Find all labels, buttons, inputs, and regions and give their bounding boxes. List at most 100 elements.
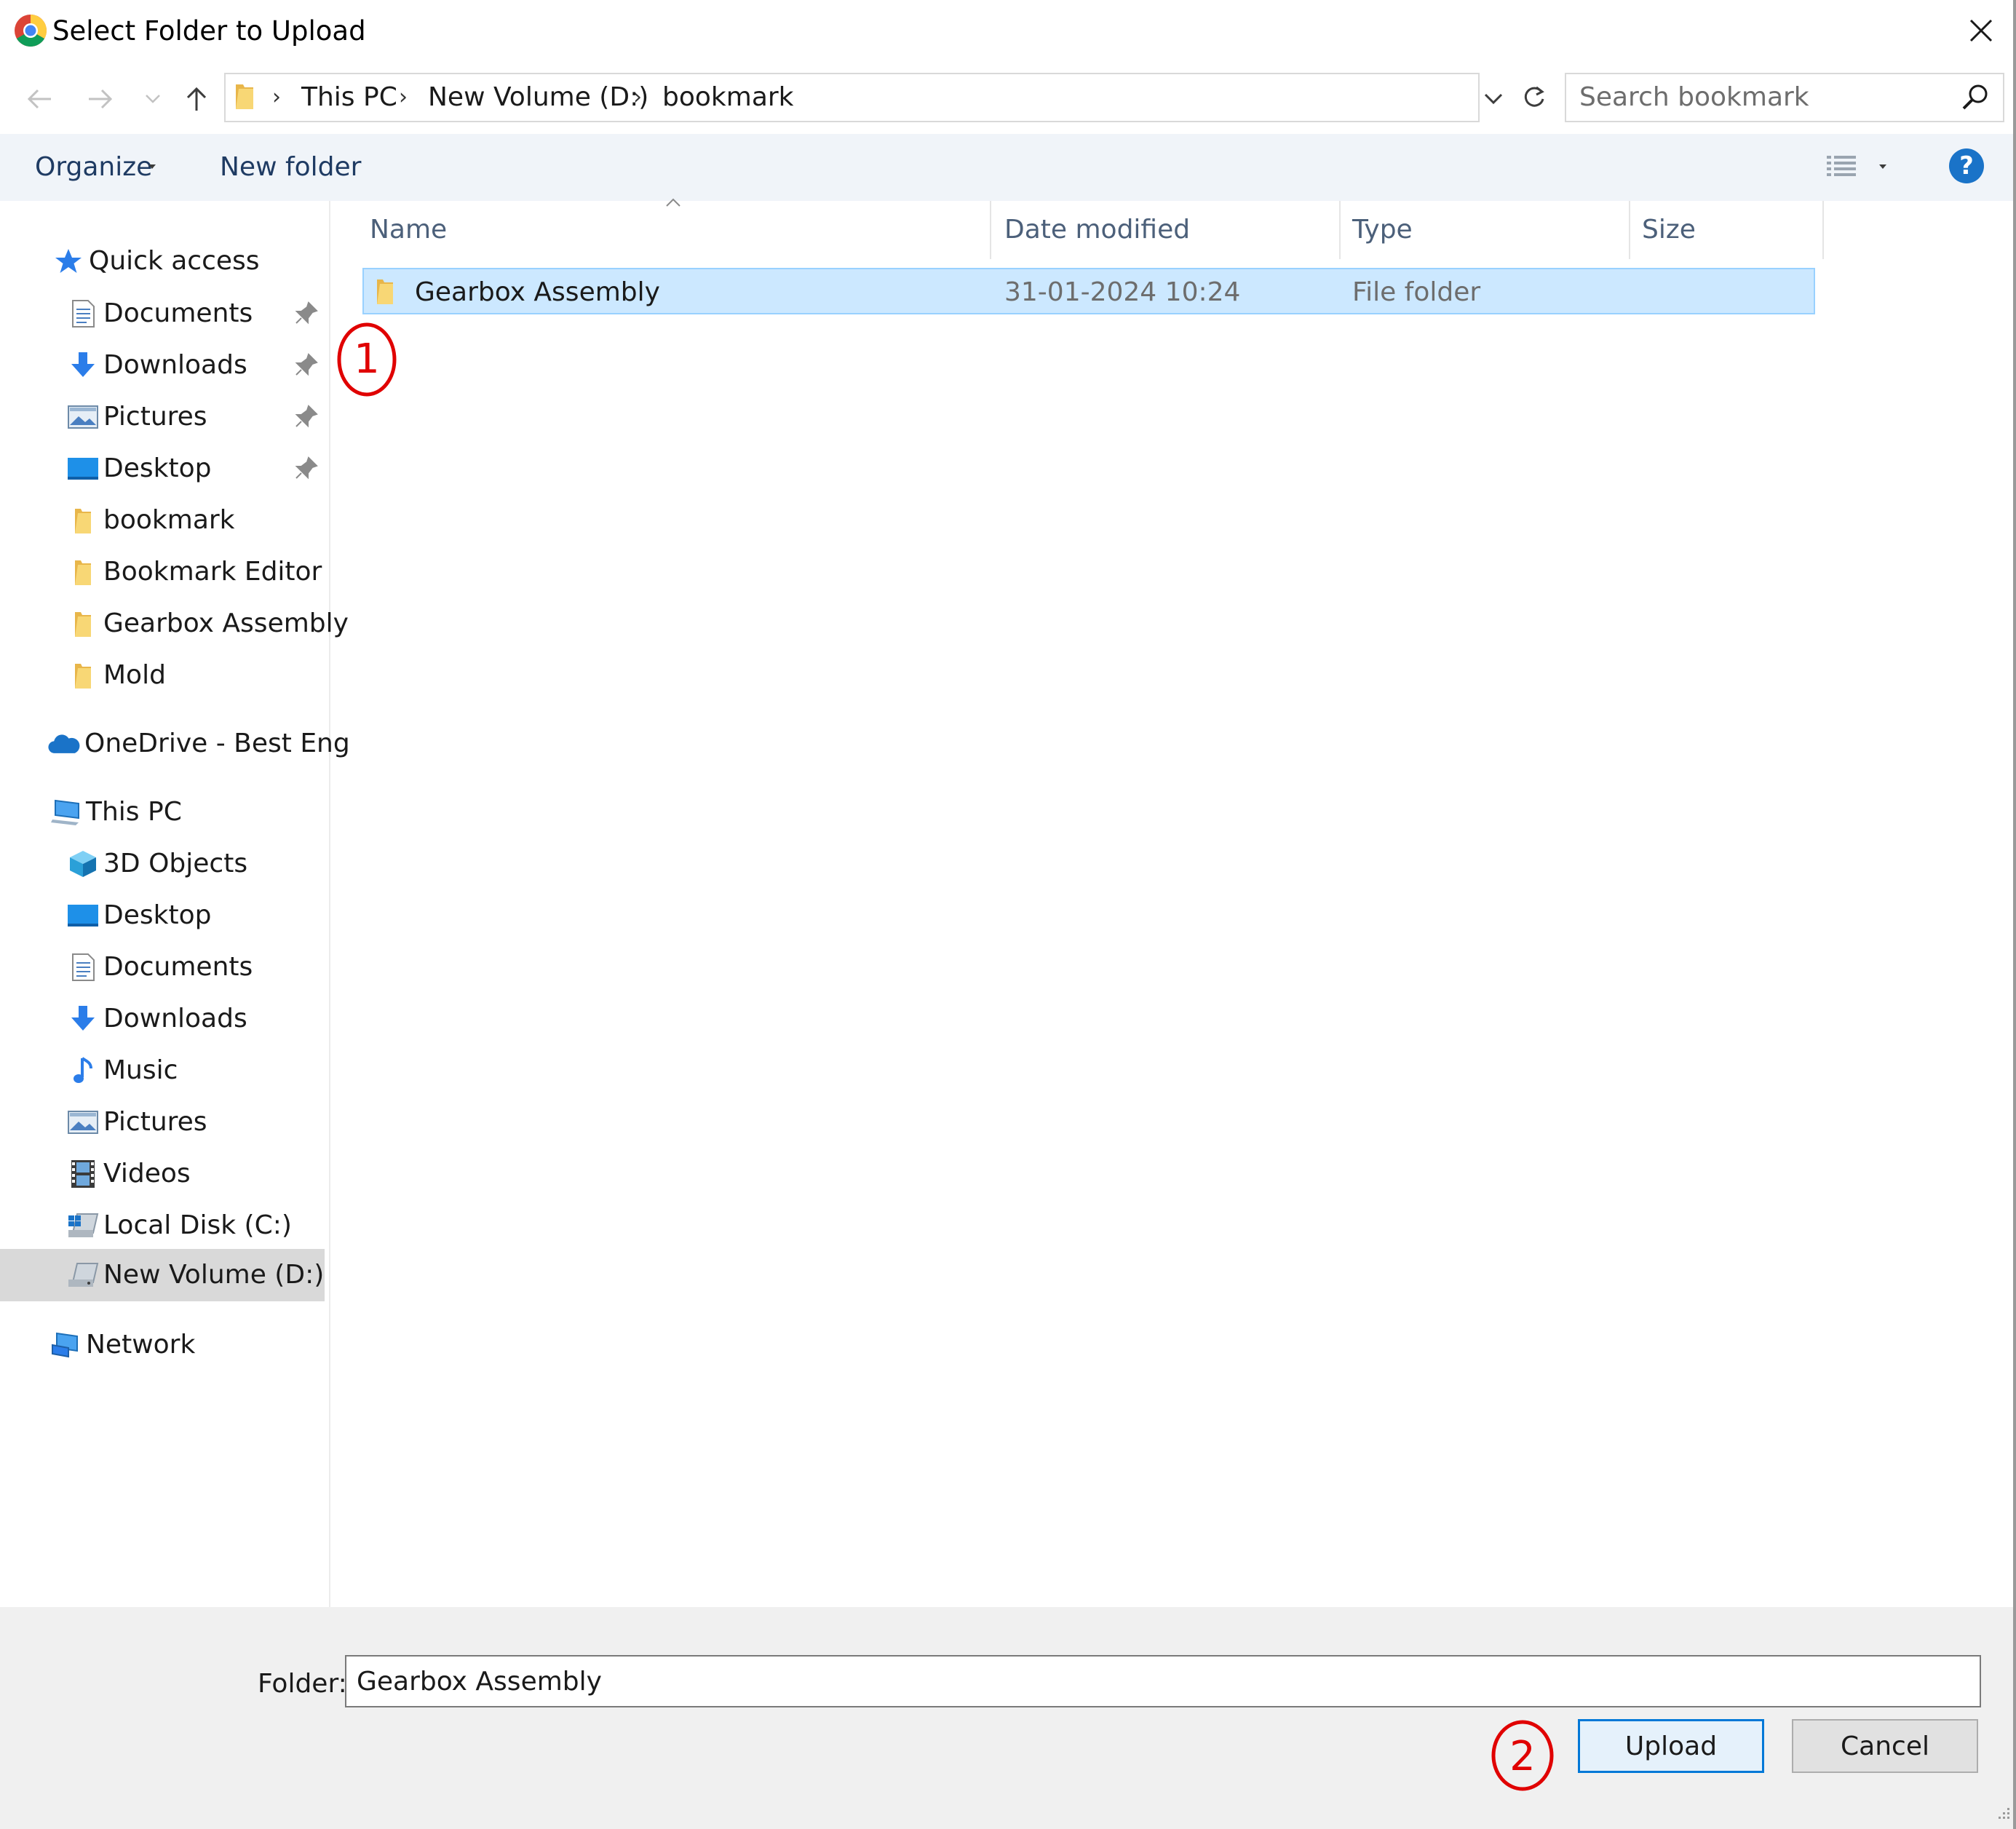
folder-icon: [377, 279, 393, 304]
column-header-name[interactable]: Name: [370, 213, 447, 247]
arrow-right-icon: [89, 89, 113, 109]
sidebar-item-label: Documents: [103, 298, 253, 328]
address-history-dropdown[interactable]: [1477, 80, 1509, 118]
3d-objects-icon: [67, 848, 99, 880]
sidebar-item-mold[interactable]: Mold: [67, 651, 166, 699]
pictures-icon: [67, 1106, 99, 1138]
sidebar-item-network[interactable]: Network: [49, 1321, 195, 1369]
arrow-up-icon: [186, 87, 207, 111]
dialog-title: Select Folder to Upload: [52, 15, 366, 47]
sidebar-item-label: Local Disk (C:): [103, 1210, 292, 1240]
drive-icon: [67, 1259, 99, 1291]
sidebar-item-downloads[interactable]: Downloads: [67, 995, 247, 1043]
sidebar-item-label: bookmark: [103, 505, 235, 535]
sidebar-item-label: Gearbox Assembly: [103, 608, 349, 638]
column-header-size[interactable]: Size: [1642, 213, 1696, 247]
column-divider[interactable]: [1339, 201, 1341, 259]
back-button[interactable]: [17, 76, 61, 122]
sidebar-item-label: Network: [86, 1330, 196, 1360]
sidebar-item-label: OneDrive - Best Eng: [84, 729, 350, 758]
sidebar-item-label: Downloads: [103, 1004, 247, 1033]
folder-name-input[interactable]: [345, 1655, 1981, 1707]
column-divider[interactable]: [990, 201, 991, 259]
recent-locations-button[interactable]: [131, 76, 175, 122]
chevron-down-icon: [146, 95, 160, 103]
folder-icon: [236, 84, 253, 109]
annotation-marker-2: 2: [1491, 1720, 1554, 1791]
sidebar-item-bookmark[interactable]: bookmark: [67, 496, 235, 544]
forward-button[interactable]: [79, 76, 122, 122]
sidebar-item-documents[interactable]: Documents: [67, 290, 253, 338]
sidebar-item-videos[interactable]: Videos: [67, 1150, 191, 1198]
sidebar-item-pictures[interactable]: Pictures: [67, 1098, 207, 1146]
breadcrumb-separator-icon[interactable]: ›: [399, 82, 408, 114]
sidebar-item-local-disk-c[interactable]: Local Disk (C:): [67, 1202, 292, 1250]
folder-icon: [67, 659, 99, 691]
help-button[interactable]: ?: [1949, 148, 1984, 183]
date-modified-cell: 31-01-2024 10:24: [1004, 277, 1241, 307]
arrow-left-icon: [27, 89, 51, 109]
folder-field-label: Folder:: [258, 1669, 347, 1699]
star-icon: [52, 245, 84, 277]
search-placeholder: Search bookmark: [1579, 82, 1809, 112]
sidebar-item-label: Pictures: [103, 402, 207, 432]
annotation-marker-1-label: 1: [354, 336, 380, 383]
column-divider[interactable]: [1822, 201, 1824, 259]
refresh-icon: [1524, 86, 1544, 107]
column-header-type[interactable]: Type: [1352, 213, 1413, 247]
footer-panel: [0, 1607, 2016, 1829]
sidebar-item-label: Documents: [103, 952, 253, 982]
annotation-marker-2-label: 2: [1509, 1733, 1536, 1780]
folder-icon: [67, 556, 99, 588]
sidebar-item-bookmark-editor[interactable]: Bookmark Editor: [67, 548, 322, 596]
address-bar[interactable]: [224, 73, 1480, 122]
local-disk-icon: [67, 1210, 99, 1242]
resize-grip-icon[interactable]: [1991, 1804, 2012, 1824]
pane-divider[interactable]: [329, 201, 330, 1607]
column-header-date-modified[interactable]: Date modified: [1004, 213, 1190, 247]
documents-icon: [67, 951, 99, 983]
sidebar-item-new-volume-d[interactable]: New Volume (D:): [67, 1251, 324, 1299]
type-cell: File folder: [1352, 277, 1481, 307]
pin-icon[interactable]: [294, 301, 319, 325]
sidebar-item-onedrive[interactable]: OneDrive - Best Eng: [48, 720, 350, 768]
breadcrumb-separator-icon[interactable]: ›: [272, 82, 281, 114]
file-name-cell[interactable]: Gearbox Assembly: [415, 275, 660, 310]
caret-down-icon: [148, 164, 156, 169]
refresh-button[interactable]: [1515, 73, 1553, 122]
search-icon[interactable]: [1959, 82, 1991, 114]
breadcrumb-separator-icon[interactable]: ›: [633, 82, 642, 114]
column-divider[interactable]: [1629, 201, 1630, 259]
chevron-down-icon: [1484, 93, 1503, 105]
sidebar-item-music[interactable]: Music: [67, 1047, 178, 1095]
organize-menu-button[interactable]: Organize: [35, 148, 152, 186]
sidebar-item-desktop[interactable]: Desktop: [67, 892, 211, 940]
close-button[interactable]: [1958, 7, 2004, 54]
sidebar-item-3d-objects[interactable]: 3D Objects: [67, 840, 247, 888]
sidebar-item-downloads[interactable]: Downloads: [67, 341, 247, 389]
breadcrumb-bookmark[interactable]: bookmark: [662, 79, 794, 116]
sidebar-item-label: Quick access: [89, 246, 260, 276]
cancel-button[interactable]: Cancel: [1792, 1719, 1978, 1773]
sidebar-item-pictures[interactable]: Pictures: [67, 393, 207, 441]
upload-button[interactable]: Upload: [1578, 1719, 1764, 1773]
annotation-marker-1: 1: [337, 322, 397, 397]
folder-icon: [67, 504, 99, 536]
up-button[interactable]: [175, 76, 218, 122]
this-pc-icon: [49, 796, 82, 828]
breadcrumb-new-volume[interactable]: New Volume (D:): [428, 79, 648, 116]
new-folder-button[interactable]: New folder: [220, 148, 361, 186]
pin-icon[interactable]: [294, 456, 319, 480]
sidebar-item-desktop[interactable]: Desktop: [67, 445, 211, 493]
sidebar-item-this-pc[interactable]: This PC: [49, 788, 182, 836]
sidebar-item-quick-access[interactable]: Quick access: [52, 237, 260, 285]
breadcrumb-this-pc[interactable]: This PC: [301, 79, 397, 116]
sidebar-item-label: New Volume (D:): [103, 1260, 325, 1290]
desktop-icon: [67, 453, 99, 485]
pin-icon[interactable]: [294, 404, 319, 429]
view-options-icon[interactable]: [1824, 150, 1859, 185]
caret-down-icon[interactable]: [1878, 162, 1888, 172]
sidebar-item-documents[interactable]: Documents: [67, 943, 253, 991]
pin-icon[interactable]: [294, 352, 319, 377]
sidebar-item-gearbox-assembly[interactable]: Gearbox Assembly: [67, 600, 349, 648]
